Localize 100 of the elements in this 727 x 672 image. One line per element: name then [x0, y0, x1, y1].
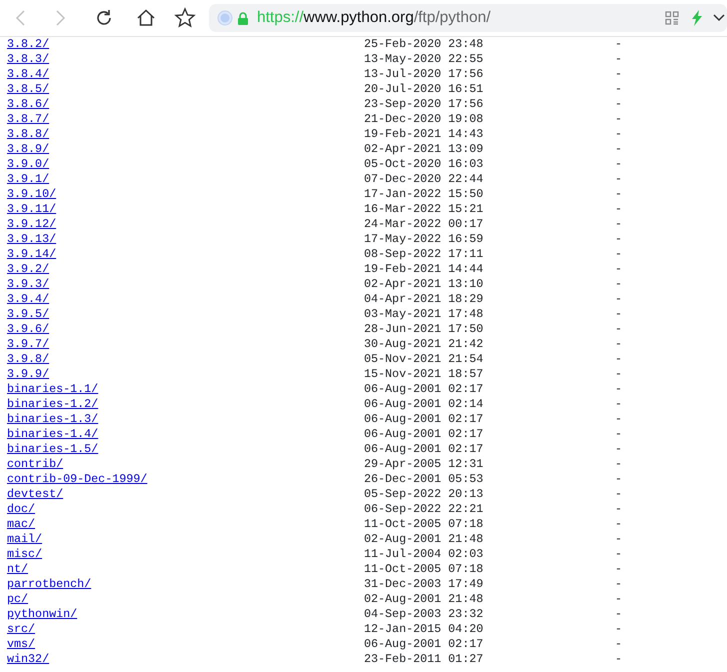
modified-date: 02-Apr-2021 13:09 — [364, 142, 484, 156]
chevron-down-icon[interactable] — [713, 14, 725, 22]
modified-date: 06-Aug-2001 02:17 — [364, 637, 484, 651]
directory-link[interactable]: 3.8.6/ — [7, 97, 50, 111]
lightning-icon[interactable] — [691, 10, 703, 26]
modified-date: 07-Dec-2020 22:44 — [364, 172, 484, 186]
qr-code-icon[interactable] — [665, 11, 679, 25]
modified-date: 06-Aug-2001 02:17 — [364, 427, 484, 441]
modified-date: 23-Sep-2020 17:56 — [364, 97, 484, 111]
directory-link[interactable]: 3.9.12/ — [7, 217, 56, 231]
file-size: - — [615, 382, 622, 396]
directory-link[interactable]: pc/ — [7, 592, 28, 606]
directory-link[interactable]: binaries-1.1/ — [7, 382, 98, 396]
directory-link[interactable]: doc/ — [7, 502, 36, 516]
file-size: - — [615, 97, 622, 111]
directory-link[interactable]: 3.9.0/ — [7, 157, 50, 171]
directory-link[interactable]: win32/ — [7, 652, 50, 666]
directory-link[interactable]: 3.8.5/ — [7, 82, 50, 96]
file-size: - — [615, 607, 622, 621]
modified-date: 24-Mar-2022 00:17 — [364, 217, 484, 231]
directory-link[interactable]: src/ — [7, 622, 36, 636]
file-size: - — [615, 502, 622, 516]
file-size: - — [615, 172, 622, 186]
directory-link[interactable]: binaries-1.5/ — [7, 442, 98, 456]
bookmark-star-button[interactable] — [173, 6, 197, 30]
directory-link[interactable]: misc/ — [7, 547, 42, 561]
modified-date: 13-May-2020 22:55 — [364, 52, 484, 66]
directory-link[interactable]: 3.9.14/ — [7, 247, 56, 261]
directory-link[interactable]: mail/ — [7, 532, 42, 546]
url-text: https://www.python.org/ftp/python/ — [257, 8, 491, 28]
directory-link[interactable]: 3.9.7/ — [7, 337, 50, 351]
modified-date: 04-Apr-2021 18:29 — [364, 292, 484, 306]
modified-date: 16-Mar-2022 15:21 — [364, 202, 484, 216]
directory-link[interactable]: parrotbench/ — [7, 577, 92, 591]
modified-date: 15-Nov-2021 18:57 — [364, 367, 484, 381]
directory-link[interactable]: 3.9.1/ — [7, 172, 50, 186]
modified-date: 21-Dec-2020 19:08 — [364, 112, 484, 126]
directory-link[interactable]: vms/ — [7, 637, 36, 651]
directory-link[interactable]: mac/ — [7, 517, 36, 531]
file-size: - — [615, 307, 622, 321]
file-size: - — [615, 487, 622, 501]
directory-link[interactable]: 3.8.2/ — [7, 37, 50, 51]
modified-date: 11-Oct-2005 07:18 — [364, 517, 484, 531]
directory-link[interactable]: contrib-09-Dec-1999/ — [7, 472, 148, 486]
directory-link[interactable]: 3.9.11/ — [7, 202, 56, 216]
directory-link[interactable]: nt/ — [7, 562, 28, 576]
modified-date: 12-Jan-2015 04:20 — [364, 622, 484, 636]
modified-date: 17-Jan-2022 15:50 — [364, 187, 484, 201]
modified-date: 03-May-2021 17:48 — [364, 307, 484, 321]
directory-link[interactable]: 3.9.8/ — [7, 352, 50, 366]
address-bar[interactable]: https://www.python.org/ftp/python/ — [209, 4, 727, 32]
modified-date: 02-Apr-2021 13:10 — [364, 277, 484, 291]
directory-link[interactable]: 3.9.2/ — [7, 262, 50, 276]
file-size: - — [615, 157, 622, 171]
modified-date: 11-Jul-2004 02:03 — [364, 547, 484, 561]
modified-date: 26-Dec-2001 05:53 — [364, 472, 484, 486]
file-size: - — [615, 292, 622, 306]
file-size: - — [615, 562, 622, 576]
modified-date: 06-Aug-2001 02:17 — [364, 442, 484, 456]
directory-link[interactable]: 3.8.9/ — [7, 142, 50, 156]
file-size: - — [615, 142, 622, 156]
file-size: - — [615, 517, 622, 531]
modified-date: 31-Dec-2003 17:49 — [364, 577, 484, 591]
directory-link[interactable]: devtest/ — [7, 487, 64, 501]
file-size: - — [615, 187, 622, 201]
directory-link[interactable]: binaries-1.4/ — [7, 427, 98, 441]
file-size: - — [615, 457, 622, 471]
directory-link[interactable]: 3.9.5/ — [7, 307, 50, 321]
directory-link[interactable]: 3.8.3/ — [7, 52, 50, 66]
modified-date: 05-Sep-2022 20:13 — [364, 487, 484, 501]
directory-link[interactable]: 3.9.6/ — [7, 322, 50, 336]
modified-date: 02-Aug-2001 21:48 — [364, 532, 484, 546]
lock-icon — [237, 12, 249, 24]
file-size: - — [615, 592, 622, 606]
modified-date: 19-Feb-2021 14:43 — [364, 127, 484, 141]
directory-link[interactable]: binaries-1.3/ — [7, 412, 98, 426]
directory-link[interactable]: contrib/ — [7, 457, 64, 471]
directory-link[interactable]: 3.8.7/ — [7, 112, 50, 126]
file-size: - — [615, 367, 622, 381]
file-size: - — [615, 352, 622, 366]
home-icon — [136, 8, 156, 28]
directory-link[interactable]: pythonwin/ — [7, 607, 78, 621]
modified-date: 13-Jul-2020 17:56 — [364, 67, 484, 81]
file-size: - — [615, 622, 622, 636]
directory-link[interactable]: 3.9.13/ — [7, 232, 56, 246]
directory-link[interactable]: 3.8.8/ — [7, 127, 50, 141]
directory-link[interactable]: 3.9.4/ — [7, 292, 50, 306]
file-size: - — [615, 262, 622, 276]
directory-link[interactable]: 3.8.4/ — [7, 67, 50, 81]
directory-link[interactable]: 3.9.10/ — [7, 187, 56, 201]
modified-date: 04-Sep-2003 23:32 — [364, 607, 484, 621]
directory-link[interactable]: 3.9.3/ — [7, 277, 50, 291]
modified-date: 06-Sep-2022 22:21 — [364, 502, 484, 516]
directory-link[interactable]: binaries-1.2/ — [7, 397, 98, 411]
modified-date: 11-Oct-2005 07:18 — [364, 562, 484, 576]
file-size: - — [615, 37, 622, 51]
modified-date: 23-Feb-2011 01:27 — [364, 652, 484, 666]
file-size: - — [615, 652, 622, 666]
directory-link[interactable]: 3.9.9/ — [7, 367, 50, 381]
modified-date: 06-Aug-2001 02:17 — [364, 412, 484, 426]
